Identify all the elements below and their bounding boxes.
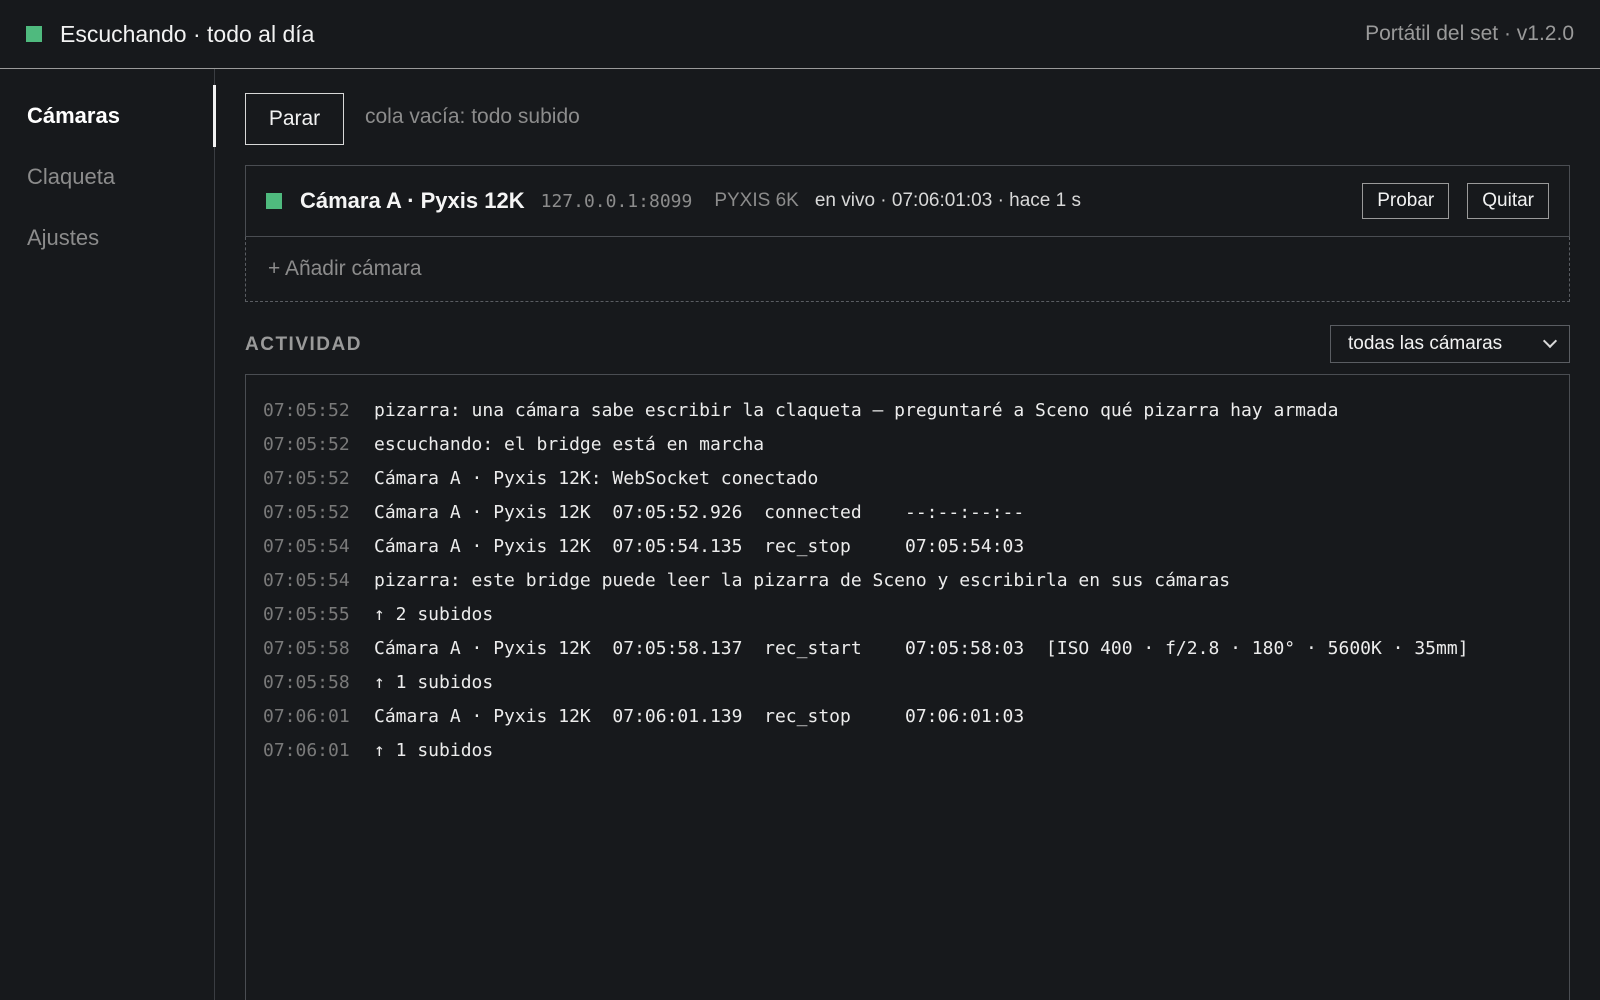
log-time: 07:05:54: [263, 569, 350, 591]
log-message: Cámara A · Pyxis 12K 07:05:58.137 rec_st…: [374, 637, 1469, 659]
add-camera-button[interactable]: + Añadir cámara: [245, 237, 1570, 302]
log-row: 07:05:54 pizarra: este bridge puede leer …: [246, 563, 1569, 597]
main-content: Parar cola vacía: todo subido Cámara A ·…: [245, 69, 1570, 1000]
sidebar-item-ajustes[interactable]: Ajustes: [0, 207, 215, 269]
log-row: 07:05:52 pizarra: una cámara sabe escribi…: [246, 393, 1569, 427]
camera-live-status: en vivo · 07:06:01:03 · hace 1 s: [814, 190, 1081, 211]
log-time: 07:05:52: [263, 433, 350, 455]
log-time: 07:05:58: [263, 637, 350, 659]
camera-address: 127.0.0.1:8099: [540, 190, 693, 212]
status-title: Escuchando · todo al día: [60, 20, 315, 47]
test-camera-button[interactable]: Probar: [1362, 183, 1450, 219]
log-time: 07:05:52: [263, 399, 350, 421]
log-row: 07:05:58 Cámara A · Pyxis 12K 07:05:58.13…: [246, 631, 1569, 665]
log-row: 07:05:52 Cámara A · Pyxis 12K: WebSocket …: [246, 461, 1569, 495]
log-time: 07:05:52: [263, 501, 350, 523]
log-time: 07:05:52: [263, 467, 350, 489]
activity-log[interactable]: 07:05:52 pizarra: una cámara sabe escribi…: [245, 374, 1570, 1000]
camera-name: Cámara A · Pyxis 12K: [300, 188, 525, 213]
log-message: Cámara A · Pyxis 12K 07:05:54.135 rec_st…: [374, 535, 1025, 557]
queue-status: cola vacía: todo subido: [365, 105, 580, 128]
log-row: 07:05:58 ↑ 1 subidos: [246, 665, 1569, 699]
chevron-down-icon: [1542, 333, 1558, 349]
sidebar: Cámaras Claqueta Ajustes: [0, 69, 216, 1000]
stop-button[interactable]: Parar: [245, 93, 344, 145]
log-row: 07:06:01 Cámara A · Pyxis 12K 07:06:01.13…: [246, 699, 1569, 733]
app-version: Portátil del set · v1.2.0: [1365, 22, 1574, 45]
log-time: 07:06:01: [263, 705, 350, 727]
log-time: 07:05:55: [263, 603, 350, 625]
log-time: 07:05:58: [263, 671, 350, 693]
listening-status-indicator: [26, 26, 42, 42]
sidebar-item-camaras[interactable]: Cámaras: [0, 85, 216, 147]
log-message: Cámara A · Pyxis 12K: WebSocket conectad…: [374, 467, 819, 489]
remove-camera-button[interactable]: Quitar: [1467, 183, 1549, 219]
camera-model: PYXIS 6K: [714, 190, 799, 211]
log-time: 07:05:54: [263, 535, 350, 557]
top-bar: Escuchando · todo al día Portátil del se…: [0, 0, 1600, 69]
log-row: 07:05:54 Cámara A · Pyxis 12K 07:05:54.13…: [246, 529, 1569, 563]
log-row: 07:05:52 Cámara A · Pyxis 12K 07:05:52.92…: [246, 495, 1569, 529]
sidebar-item-claqueta[interactable]: Claqueta: [0, 146, 215, 208]
log-message: pizarra: una cámara sabe escribir la cla…: [374, 399, 1339, 421]
log-message: ↑ 1 subidos: [374, 739, 494, 761]
log-message: pizarra: este bridge puede leer la pizar…: [374, 569, 1231, 591]
log-message: ↑ 2 subidos: [374, 603, 494, 625]
log-message: Cámara A · Pyxis 12K 07:06:01.139 rec_st…: [374, 705, 1025, 727]
camera-filter-select[interactable]: todas las cámaras: [1330, 325, 1570, 363]
camera-card: Cámara A · Pyxis 12K 127.0.0.1:8099 PYXI…: [245, 165, 1570, 237]
log-row: 07:05:55 ↑ 2 subidos: [246, 597, 1569, 631]
log-message: escuchando: el bridge está en marcha: [374, 433, 765, 455]
log-row: 07:06:01 ↑ 1 subidos: [246, 733, 1569, 767]
log-message: Cámara A · Pyxis 12K 07:05:52.926 connec…: [374, 501, 1025, 523]
camera-status-indicator: [266, 193, 282, 209]
log-time: 07:06:01: [263, 739, 350, 761]
log-row: 07:05:52 escuchando: el bridge está en ma…: [246, 427, 1569, 461]
log-message: ↑ 1 subidos: [374, 671, 494, 693]
activity-heading: ACTIVIDAD: [245, 334, 362, 355]
camera-filter-value: todas las cámaras: [1348, 333, 1503, 354]
camera-actions: Probar Quitar: [1362, 183, 1549, 219]
